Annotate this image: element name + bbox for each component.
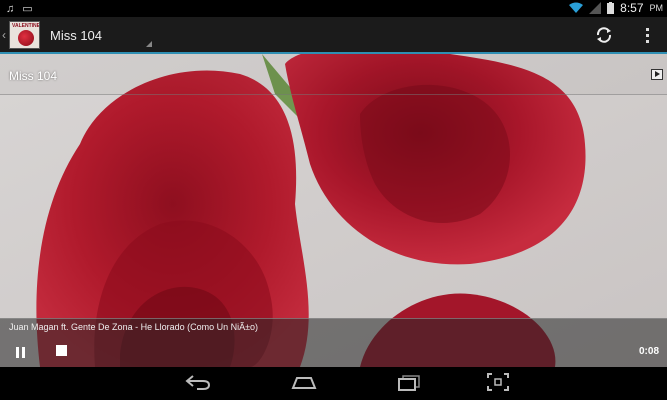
action-bar: ‹ VALENTINE Miss 104	[0, 17, 667, 54]
youtube-play-icon[interactable]	[651, 69, 663, 80]
player-controls: Juan Magan ft. Gente De Zona - He Llorad…	[0, 318, 667, 367]
home-icon[interactable]	[291, 372, 317, 392]
screenshot-icon: ▭	[22, 3, 33, 15]
pause-icon[interactable]	[16, 345, 28, 358]
up-caret-icon[interactable]: ‹	[2, 28, 6, 42]
status-bar: ♫ ▭ 8:57 PM	[0, 0, 667, 17]
video-area[interactable]: Miss 104 Juan Magan ft. Gente De Zona - …	[0, 54, 667, 367]
track-title: Juan Magan ft. Gente De Zona - He Llorad…	[9, 322, 259, 332]
status-ampm: PM	[649, 3, 664, 13]
status-time: 8:57	[620, 1, 644, 15]
video-title-bar: Miss 104	[0, 54, 667, 95]
back-icon[interactable]	[185, 372, 211, 392]
heart-icon	[18, 30, 34, 46]
stop-icon[interactable]	[56, 345, 67, 356]
dropdown-indicator-icon[interactable]	[146, 41, 152, 47]
navigation-bar	[0, 367, 667, 400]
refresh-icon[interactable]	[595, 26, 613, 44]
signal-icon	[589, 2, 602, 14]
action-bar-title[interactable]: Miss 104	[50, 28, 102, 43]
screenshot-capture-icon[interactable]	[486, 372, 510, 392]
overflow-menu-icon[interactable]	[640, 26, 654, 46]
app-icon[interactable]: VALENTINE	[9, 21, 40, 49]
recent-apps-icon[interactable]	[396, 372, 422, 392]
video-title: Miss 104	[9, 69, 58, 83]
music-note-icon: ♫	[6, 2, 15, 15]
app-icon-text: VALENTINE	[12, 23, 40, 29]
battery-icon	[607, 2, 615, 14]
wifi-icon	[569, 2, 584, 13]
elapsed-time: 0:08	[638, 346, 659, 357]
